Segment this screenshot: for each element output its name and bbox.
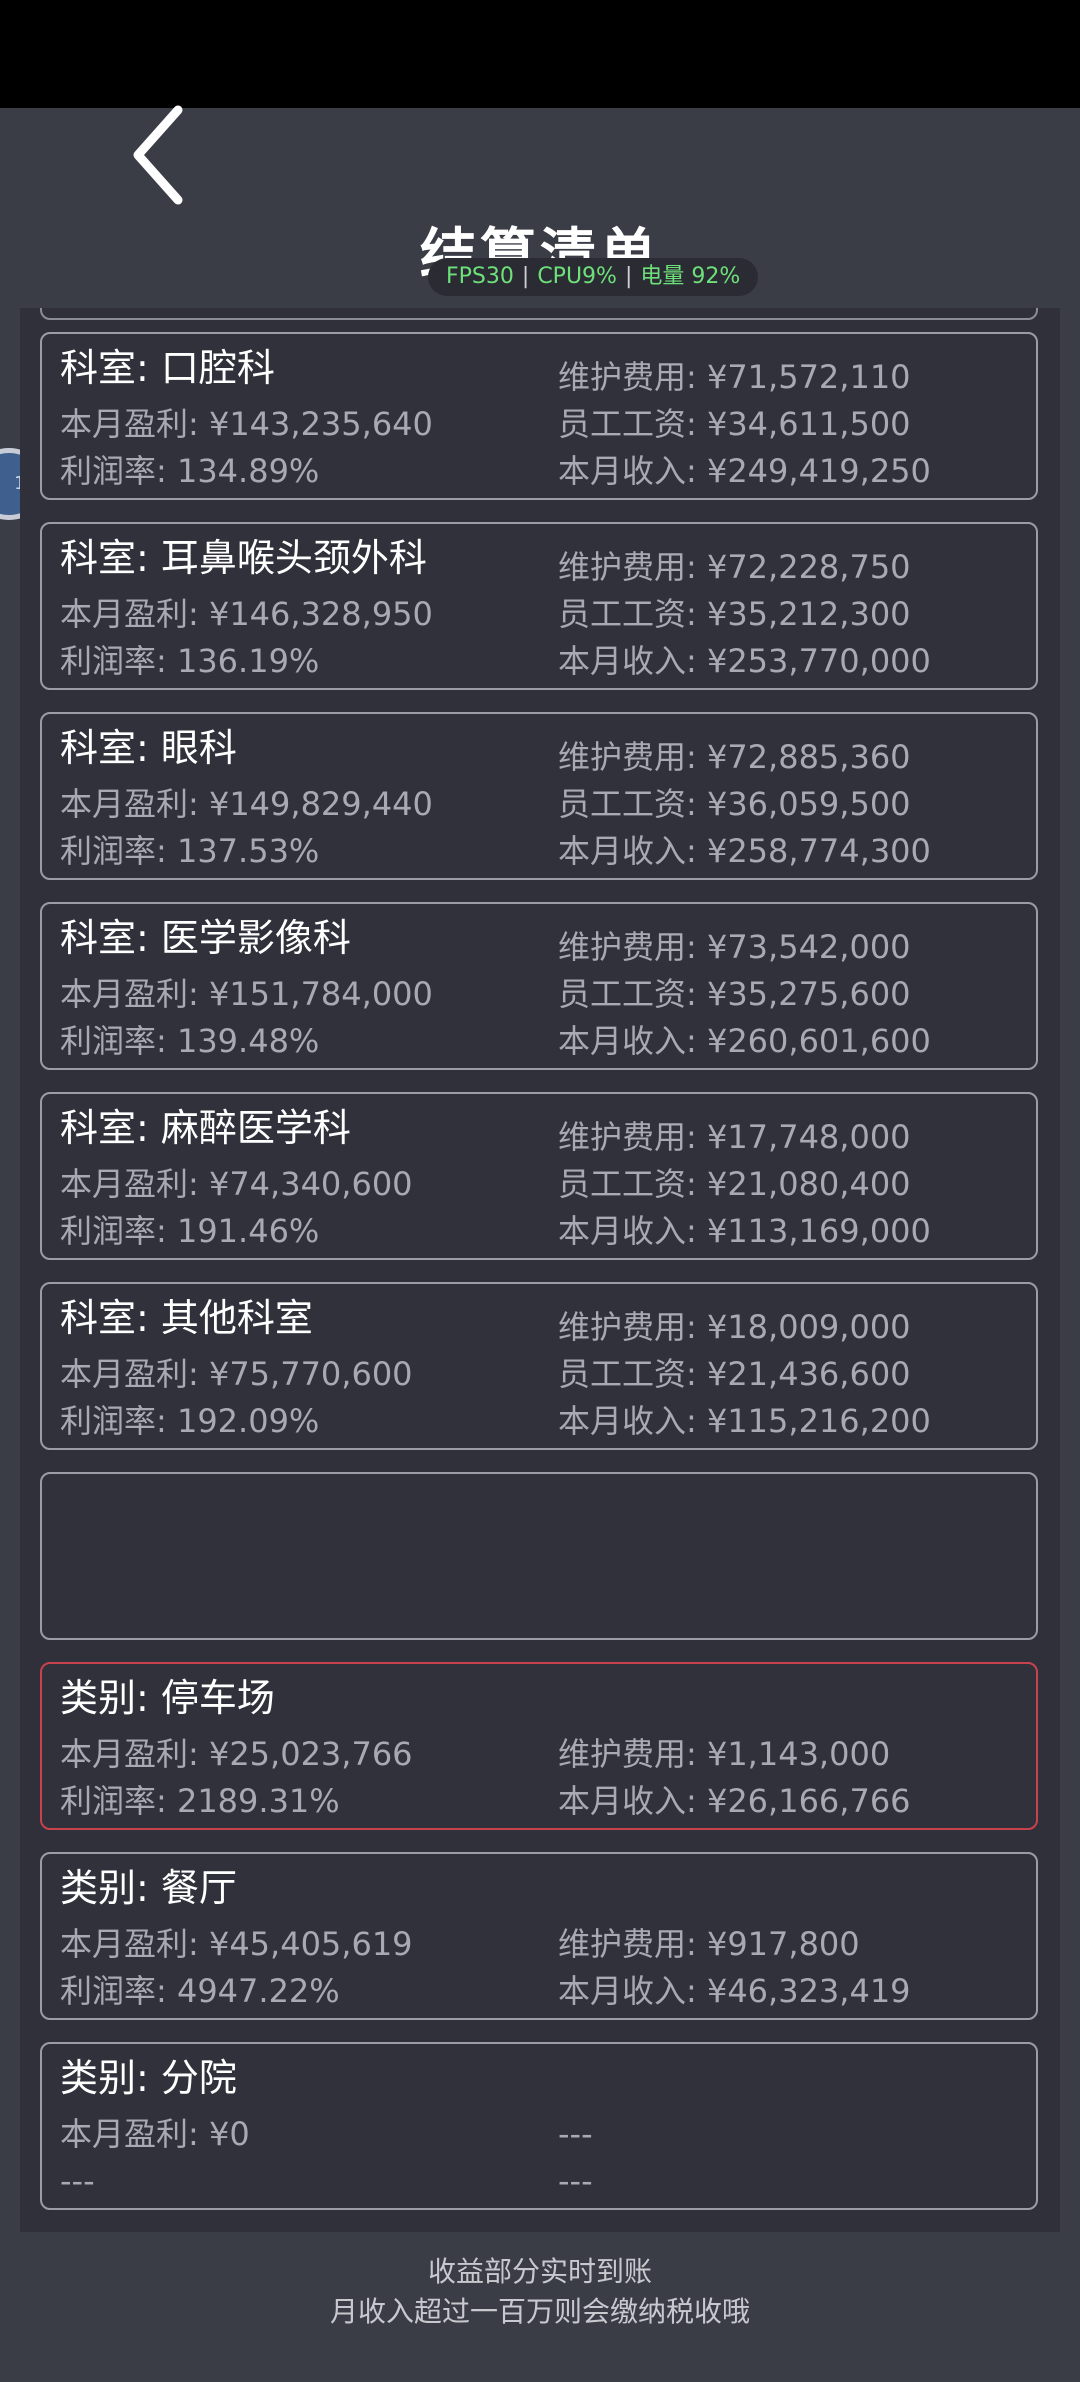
monthly-income: 本月收入: ¥258,774,300 [558, 832, 931, 870]
card-title: 类别: 分院 [60, 2056, 237, 2100]
card-title: 科室: 口腔科 [60, 346, 275, 390]
staff-salary: 员工工资: ¥35,212,300 [558, 595, 911, 633]
settlement-list[interactable]: 科室: 口腔科 本月盈利: ¥143,235,640 利润率: 134.89% … [20, 308, 1060, 2232]
department-card: 科室: 口腔科 本月盈利: ¥143,235,640 利润率: 134.89% … [40, 332, 1038, 500]
card-title: 类别: 餐厅 [60, 1866, 237, 1910]
category-card: 类别: 餐厅 本月盈利: ¥45,405,619 利润率: 4947.22% 维… [40, 1852, 1038, 2020]
card-title: 科室: 其他科室 [60, 1296, 313, 1340]
card-title: 科室: 耳鼻喉头颈外科 [60, 536, 427, 580]
profit-margin: 利润率: 136.19% [60, 642, 320, 680]
profit-margin: 利润率: 2189.31% [60, 1782, 340, 1820]
department-card: 科室: 其他科室 本月盈利: ¥75,770,600 利润率: 192.09% … [40, 1282, 1038, 1450]
card-title: 科室: 麻醉医学科 [60, 1106, 351, 1150]
monthly-income: 本月收入: ¥253,770,000 [558, 642, 931, 680]
monthly-profit: 本月盈利: ¥143,235,640 [60, 405, 433, 443]
cpu-readout: CPU9% [537, 264, 617, 289]
footer-line: 月收入超过一百万则会缴纳税收哦 [329, 2295, 750, 2328]
monthly-profit: 本月盈利: ¥75,770,600 [60, 1355, 413, 1393]
monthly-income: 本月收入: ¥26,166,766 [558, 1782, 911, 1820]
profit-margin: 利润率: 134.89% [60, 452, 320, 490]
clipped-card-edge [40, 308, 1038, 320]
card-title: 科室: 医学影像科 [60, 916, 351, 960]
monthly-income: 本月收入: ¥115,216,200 [558, 1402, 931, 1440]
profit-margin: 利润率: 137.53% [60, 832, 320, 870]
monthly-profit: 本月盈利: ¥74,340,600 [60, 1165, 413, 1203]
maintenance-cost: 维护费用: ¥72,228,750 [558, 548, 911, 586]
profit-margin: --- [60, 2162, 95, 2200]
department-card: 科室: 耳鼻喉头颈外科 本月盈利: ¥146,328,950 利润率: 136.… [40, 522, 1038, 690]
maintenance-cost: 维护费用: ¥18,009,000 [558, 1308, 911, 1346]
department-card: 科室: 眼科 本月盈利: ¥149,829,440 利润率: 137.53% 维… [40, 712, 1038, 880]
category-card: 类别: 分院 本月盈利: ¥0 --- --- --- [40, 2042, 1038, 2210]
separator: | [624, 264, 633, 289]
separator: | [521, 264, 530, 289]
monthly-income: 本月收入: ¥113,169,000 [558, 1212, 931, 1250]
profit-margin: 利润率: 139.48% [60, 1022, 320, 1060]
empty-card [40, 1472, 1038, 1640]
fps-readout: FPS30 [446, 264, 514, 289]
back-button[interactable] [120, 100, 200, 210]
status-bar [0, 0, 1080, 108]
monthly-profit: 本月盈利: ¥149,829,440 [60, 785, 433, 823]
maintenance-cost: 维护费用: ¥71,572,110 [558, 358, 911, 396]
staff-salary: 员工工资: ¥35,275,600 [558, 975, 911, 1013]
category-card: 类别: 停车场 本月盈利: ¥25,023,766 利润率: 2189.31% … [40, 1662, 1038, 1830]
staff-salary: 员工工资: ¥36,059,500 [558, 785, 911, 823]
monthly-income: --- [558, 2162, 593, 2200]
footer-line: 收益部分实时到账 [427, 2255, 652, 2288]
performance-overlay: FPS30 | CPU9% | 电量 92% [428, 258, 759, 296]
maintenance-cost: --- [558, 2115, 593, 2153]
department-card: 科室: 医学影像科 本月盈利: ¥151,784,000 利润率: 139.48… [40, 902, 1038, 1070]
monthly-profit: 本月盈利: ¥151,784,000 [60, 975, 433, 1013]
maintenance-cost: 维护费用: ¥917,800 [558, 1925, 860, 1963]
profit-margin: 利润率: 191.46% [60, 1212, 320, 1250]
monthly-profit: 本月盈利: ¥45,405,619 [60, 1925, 413, 1963]
department-card: 科室: 麻醉医学科 本月盈利: ¥74,340,600 利润率: 191.46%… [40, 1092, 1038, 1260]
monthly-income: 本月收入: ¥249,419,250 [558, 452, 931, 490]
staff-salary: 员工工资: ¥34,611,500 [558, 405, 911, 443]
profit-margin: 利润率: 4947.22% [60, 1972, 340, 2010]
monthly-profit: 本月盈利: ¥0 [60, 2115, 250, 2153]
maintenance-cost: 维护费用: ¥73,542,000 [558, 928, 911, 966]
monthly-income: 本月收入: ¥46,323,419 [558, 1972, 911, 2010]
card-title: 类别: 停车场 [60, 1676, 275, 1720]
footer-note: 收益部分实时到账 月收入超过一百万则会缴纳税收哦 [0, 2252, 1080, 2332]
card-title: 科室: 眼科 [60, 726, 237, 770]
monthly-income: 本月收入: ¥260,601,600 [558, 1022, 931, 1060]
monthly-profit: 本月盈利: ¥146,328,950 [60, 595, 433, 633]
staff-salary: 员工工资: ¥21,436,600 [558, 1355, 911, 1393]
monthly-profit: 本月盈利: ¥25,023,766 [60, 1735, 413, 1773]
profit-margin: 利润率: 192.09% [60, 1402, 320, 1440]
maintenance-cost: 维护费用: ¥72,885,360 [558, 738, 911, 776]
chevron-left-icon [133, 105, 183, 205]
staff-salary: 员工工资: ¥21,080,400 [558, 1165, 911, 1203]
maintenance-cost: 维护费用: ¥17,748,000 [558, 1118, 911, 1156]
battery-readout: 电量 92% [640, 264, 741, 289]
maintenance-cost: 维护费用: ¥1,143,000 [558, 1735, 891, 1773]
